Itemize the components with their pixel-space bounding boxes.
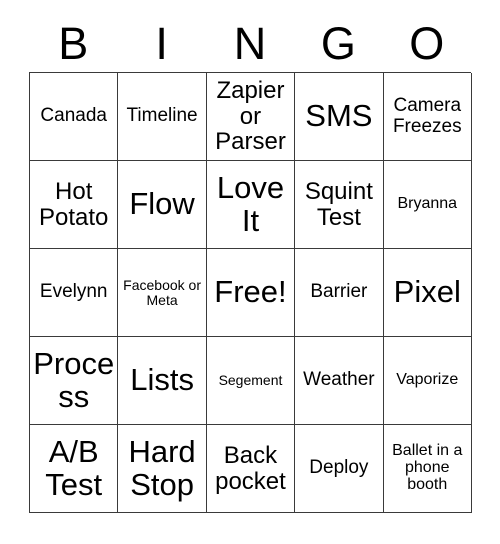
bingo-cell[interactable]: Bryanna xyxy=(383,161,472,249)
bingo-cell-label: Deploy xyxy=(309,457,369,479)
bingo-row: Evelynn Facebook or Meta Free! Barrier P… xyxy=(30,249,472,337)
bingo-cell-label: Pixel xyxy=(393,274,461,310)
bingo-cell-label: Love It xyxy=(216,169,285,238)
bingo-cell-label: Free! xyxy=(214,274,287,310)
bingo-cell-label: Canada xyxy=(40,105,107,127)
bingo-cell[interactable]: Pixel xyxy=(383,249,472,337)
bingo-cell[interactable]: Zapier or Parser xyxy=(206,73,296,161)
bingo-grid: Canada Timeline Zapier or Parser SMS Cam… xyxy=(29,72,472,513)
bingo-cell-label: Lists xyxy=(130,362,194,398)
bingo-cell[interactable]: Facebook or Meta xyxy=(118,249,207,337)
bingo-cell-label: Facebook or Meta xyxy=(123,276,201,308)
bingo-cell-label: Camera Freezes xyxy=(392,95,462,137)
bingo-cell-label: Process xyxy=(33,345,115,414)
bingo-cell-label: Evelynn xyxy=(39,281,108,303)
bingo-cell[interactable]: Weather xyxy=(295,337,384,425)
bingo-cell[interactable]: Camera Freezes xyxy=(383,73,472,161)
header-letter-n: N xyxy=(233,17,267,69)
bingo-cell-label: Zapier or Parser xyxy=(215,77,286,156)
bingo-cell[interactable]: Canada xyxy=(30,73,119,161)
bingo-cell-label: Vaporize xyxy=(396,371,459,389)
bingo-row: A/B Test Hard Stop Back pocket Deploy Ba… xyxy=(30,425,472,513)
bingo-cell[interactable]: Hard Stop xyxy=(118,425,207,513)
bingo-cell[interactable]: Love It xyxy=(206,161,296,249)
bingo-cell-label: A/B Test xyxy=(45,433,103,502)
bingo-cell[interactable]: Evelynn xyxy=(30,249,119,337)
bingo-cell[interactable]: Segement xyxy=(206,337,296,425)
bingo-cell-label: Bryanna xyxy=(397,195,458,213)
bingo-cell[interactable]: Back pocket xyxy=(206,425,296,513)
bingo-cell-label: Squint Test xyxy=(304,178,373,231)
bingo-cell[interactable]: Timeline xyxy=(118,73,207,161)
bingo-cell-label: Barrier xyxy=(310,281,368,303)
bingo-header: B I N G O xyxy=(29,14,471,72)
bingo-cell-label: Weather xyxy=(303,369,375,391)
bingo-cell-label: Flow xyxy=(129,186,195,222)
bingo-cell-label: Hard Stop xyxy=(128,433,196,502)
bingo-cell[interactable]: Vaporize xyxy=(383,337,472,425)
header-letter-o: O xyxy=(409,17,445,69)
bingo-cell-label: Hot Potato xyxy=(39,178,109,231)
bingo-cell[interactable]: Squint Test xyxy=(295,161,384,249)
bingo-cell-label: Timeline xyxy=(126,105,198,127)
bingo-cell[interactable]: Flow xyxy=(118,161,207,249)
bingo-cell[interactable]: SMS xyxy=(295,73,384,161)
bingo-cell[interactable]: Deploy xyxy=(295,425,384,513)
bingo-cell[interactable]: Process xyxy=(30,337,119,425)
bingo-cell-label: Segement xyxy=(218,372,283,389)
bingo-cell[interactable]: Ballet in a phone booth xyxy=(383,425,472,513)
bingo-cell-label: SMS xyxy=(305,98,373,134)
bingo-cell[interactable]: Lists xyxy=(118,337,207,425)
bingo-row: Canada Timeline Zapier or Parser SMS Cam… xyxy=(30,73,472,161)
bingo-cell[interactable]: A/B Test xyxy=(30,425,119,513)
bingo-row: Hot Potato Flow Love It Squint Test Brya… xyxy=(30,161,472,249)
bingo-cell[interactable]: Barrier xyxy=(295,249,384,337)
bingo-cell-free[interactable]: Free! xyxy=(206,249,296,337)
bingo-cell-label: Ballet in a phone booth xyxy=(392,442,463,493)
bingo-row: Process Lists Segement Weather Vaporize xyxy=(30,337,472,425)
header-letter-g: G xyxy=(320,17,356,69)
bingo-cell-label: Back pocket xyxy=(215,442,286,495)
header-letter-i: I xyxy=(155,17,168,69)
bingo-card: B I N G O Canada Timeline Zapier or Pars… xyxy=(29,14,472,514)
header-letter-b: B xyxy=(58,17,89,69)
bingo-cell[interactable]: Hot Potato xyxy=(30,161,119,249)
